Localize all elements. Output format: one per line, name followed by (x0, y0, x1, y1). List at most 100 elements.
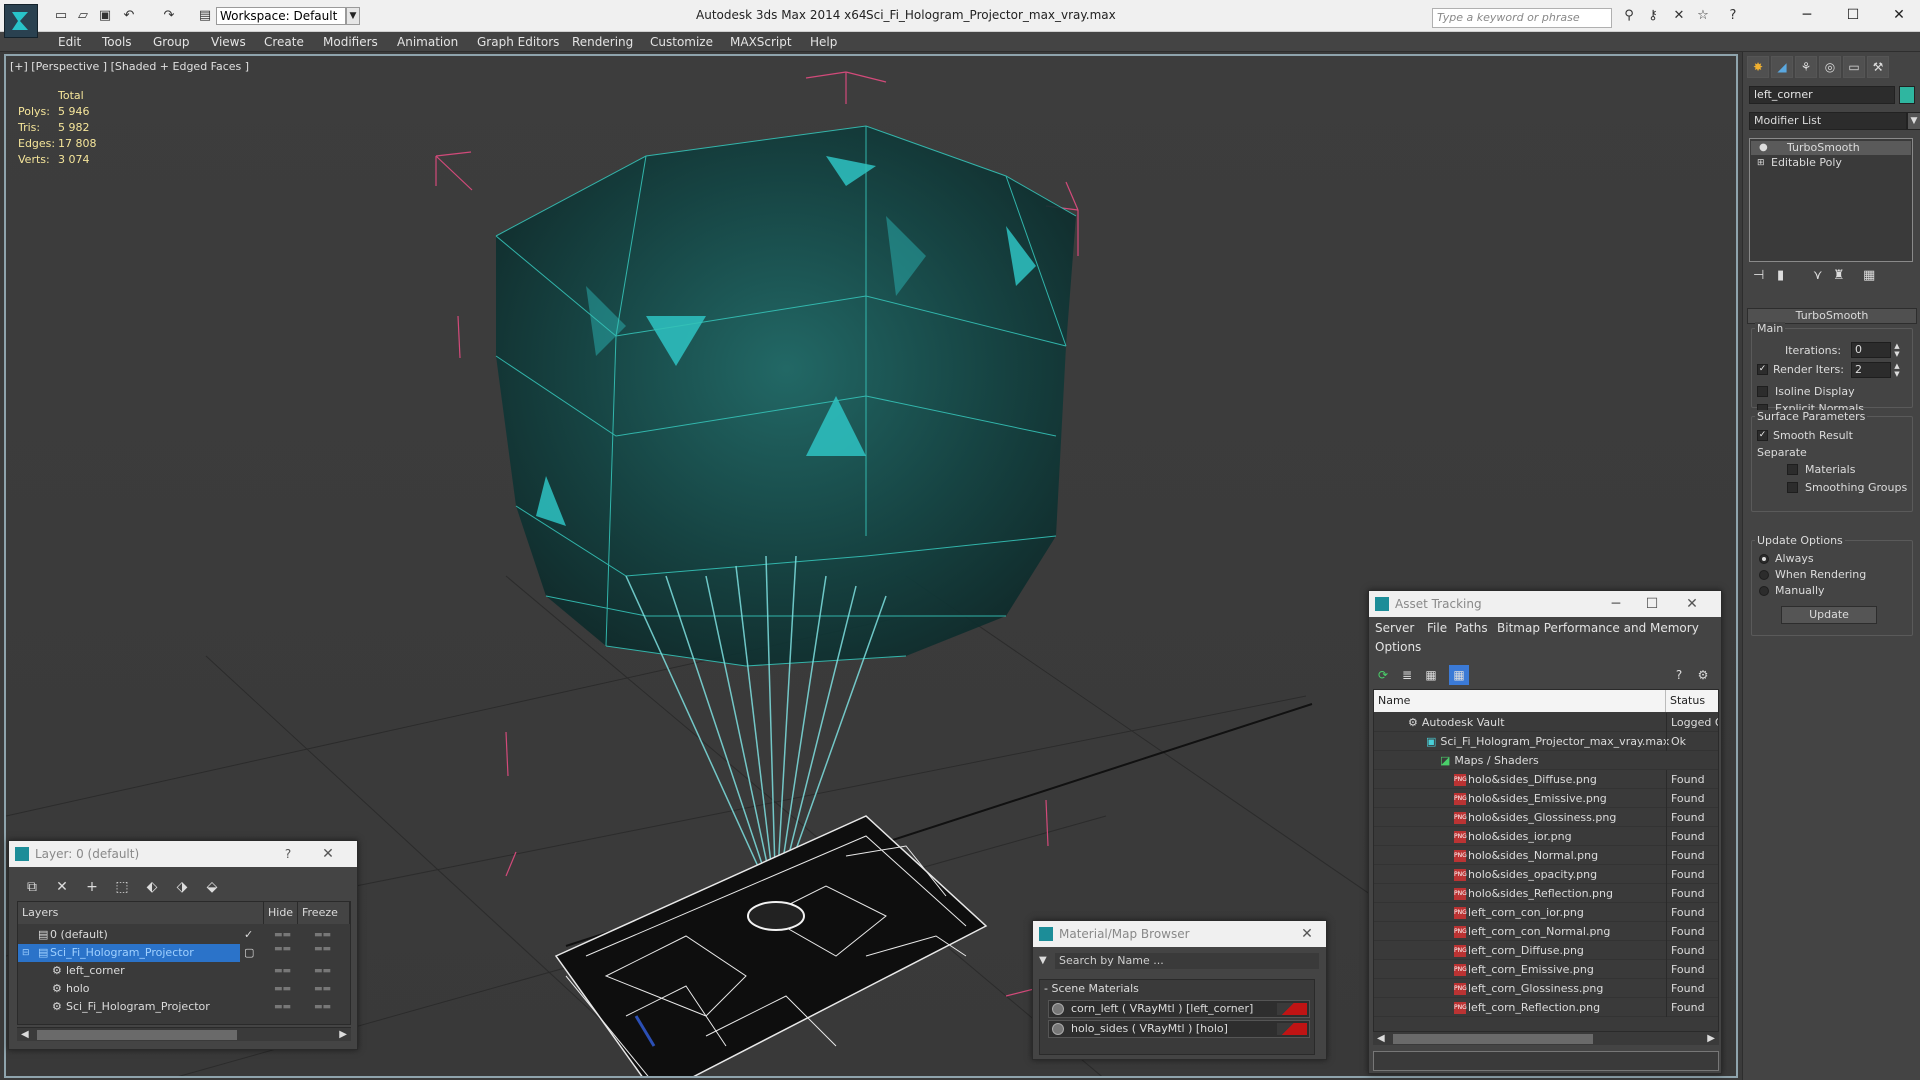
asset-row[interactable]: PNGleft_corn_Emissive.png Found (1374, 960, 1718, 979)
menu-file[interactable]: File (1427, 621, 1447, 635)
col-layers[interactable]: Layers (18, 902, 264, 924)
col-freeze[interactable]: Freeze (298, 902, 350, 924)
motion-tab-icon[interactable]: ◎ (1819, 56, 1841, 78)
redo-icon[interactable]: ↷ (160, 8, 178, 24)
smoothing-groups-checkbox[interactable] (1787, 482, 1798, 493)
asset-row[interactable]: PNGholo&sides_ior.png Found (1374, 827, 1718, 846)
menu-paths[interactable]: Paths (1455, 621, 1488, 635)
asset-row[interactable]: PNGholo&sides_Diffuse.png Found (1374, 770, 1718, 789)
active-layer-box-icon[interactable]: ▢ (244, 946, 254, 959)
search-input[interactable]: Type a keyword or phrase (1432, 8, 1612, 28)
render-iters-spinner[interactable]: 2 (1851, 362, 1891, 378)
list-view-icon[interactable]: ≣ (1397, 665, 1417, 685)
minimize-button[interactable]: ─ (1603, 591, 1629, 617)
asset-row[interactable]: ◪ Maps / Shaders (1374, 751, 1718, 770)
select-objects-icon[interactable]: ⬚ (111, 877, 133, 897)
hierarchy-tab-icon[interactable]: ⚘ (1795, 56, 1817, 78)
menu-options[interactable]: Options (1375, 640, 1421, 654)
update-button[interactable]: Update (1781, 606, 1877, 624)
asset-row[interactable]: PNGholo&sides_Glossiness.png Found (1374, 808, 1718, 827)
asset-row[interactable]: PNGholo&sides_Reflection.png Found (1374, 884, 1718, 903)
menu-bitmap-performance[interactable]: Bitmap Performance and Memory (1497, 621, 1699, 635)
configure-sets-icon[interactable]: ▦ (1863, 268, 1875, 283)
close-icon[interactable]: ✕ (1294, 921, 1320, 947)
material-browser-titlebar[interactable]: Material/Map Browser (1033, 921, 1326, 947)
scene-materials-header[interactable]: - Scene Materials (1044, 982, 1139, 995)
spinner-arrows-icon[interactable]: ▲ ▼ (1893, 362, 1901, 378)
col-hide[interactable]: Hide (264, 902, 298, 924)
app-logo-icon[interactable] (4, 4, 38, 38)
scroll-left-icon[interactable]: ◀ (21, 1028, 29, 1042)
new-layer-icon[interactable]: ⧉ (21, 877, 43, 897)
col-status[interactable]: Status (1666, 690, 1718, 712)
object-name-field[interactable]: left_corner (1749, 86, 1895, 104)
modifier-list-dropdown[interactable]: Modifier List (1749, 112, 1907, 130)
remove-modifier-icon[interactable]: ♜ (1833, 268, 1845, 283)
modify-tab-icon[interactable]: ◢ (1771, 56, 1793, 78)
asset-row[interactable]: PNGholo&sides_opacity.png Found (1374, 865, 1718, 884)
menu-help[interactable]: Help (810, 35, 837, 49)
chevron-down-icon[interactable]: ▼ (1907, 112, 1920, 130)
menu-customize[interactable]: Customize (650, 35, 713, 49)
close-icon[interactable]: ✕ (315, 841, 341, 867)
close-button[interactable]: ✕ (1884, 4, 1914, 26)
material-search-input[interactable]: Search by Name ... (1055, 953, 1319, 969)
menu-animation[interactable]: Animation (397, 35, 458, 49)
menu-views[interactable]: Views (211, 35, 246, 49)
always-radio[interactable] (1759, 554, 1769, 564)
display-tab-icon[interactable]: ▭ (1843, 56, 1865, 78)
spinner-arrows-icon[interactable]: ▲ ▼ (1893, 342, 1901, 358)
viewport-label[interactable]: [+] [Perspective ] [Shaded + Edged Faces… (10, 60, 249, 73)
layer-row[interactable]: ▤ 0 (default) ✓ ▬▬ ▬▬ (18, 926, 350, 944)
communication-center-icon[interactable]: ✕ (1670, 8, 1688, 24)
help-icon[interactable]: ? (275, 841, 301, 867)
layer-object-row[interactable]: ⚙ holo ▬▬ ▬▬ (18, 980, 350, 998)
asset-row[interactable]: PNGleft_corn_con_ior.png Found (1374, 903, 1718, 922)
asset-tracking-titlebar[interactable]: Asset Tracking (1369, 591, 1721, 617)
table-view-icon[interactable]: ▦ (1449, 665, 1469, 685)
subscription-icon[interactable]: ⚷ (1644, 8, 1662, 24)
isoline-checkbox[interactable] (1757, 386, 1768, 397)
make-unique-icon[interactable]: ⋎ (1813, 268, 1823, 283)
layer-object-row[interactable]: ⚙ Sci_Fi_Hologram_Projector ▬▬ ▬▬ (18, 998, 350, 1016)
options-arrow-icon[interactable]: ▼ (1039, 955, 1047, 966)
workspace-select[interactable]: Workspace: Default (216, 7, 346, 25)
binoculars-icon[interactable]: ⚲ (1620, 8, 1638, 24)
help-icon[interactable]: ? (1669, 665, 1689, 685)
materials-checkbox[interactable] (1787, 464, 1798, 475)
layer-object-row[interactable]: ⚙ left_corner ▬▬ ▬▬ (18, 962, 350, 980)
refresh-icon[interactable]: ⟳ (1373, 665, 1393, 685)
delete-layer-icon[interactable]: ✕ (51, 877, 73, 897)
undo-icon[interactable]: ↶ (120, 8, 138, 24)
asset-row[interactable]: ⚙Autodesk Vault Logged Ou (1374, 713, 1718, 732)
material-row[interactable]: holo_sides ( VRayMtl ) [holo] (1048, 1020, 1310, 1038)
utilities-tab-icon[interactable]: ⚒ (1867, 56, 1889, 78)
layer-window-titlebar[interactable]: Layer: 0 (default) (9, 841, 357, 867)
scroll-thumb[interactable] (37, 1030, 237, 1040)
close-icon[interactable]: ✕ (1679, 591, 1705, 617)
help-icon[interactable]: ? (1724, 8, 1742, 24)
asset-row[interactable]: PNGholo&sides_Normal.png Found (1374, 846, 1718, 865)
freeze-all-icon[interactable]: ⬙ (201, 877, 223, 897)
scroll-thumb[interactable] (1393, 1034, 1593, 1044)
menu-modifiers[interactable]: Modifiers (323, 35, 378, 49)
menu-graph-editors[interactable]: Graph Editors (477, 35, 559, 49)
new-file-icon[interactable]: ▭ (52, 8, 70, 24)
minimize-button[interactable]: ─ (1792, 4, 1822, 26)
asset-row[interactable]: ▣ Sci_Fi_Hologram_Projector_max_vray.max O… (1374, 732, 1718, 751)
collapse-icon[interactable]: ⊟ (22, 944, 30, 962)
object-color-swatch[interactable] (1899, 86, 1915, 104)
create-tab-icon[interactable]: ✸ (1747, 56, 1769, 78)
layer-row-selected[interactable]: ⊟ ▤ Sci_Fi_Hologram_Projector (18, 944, 240, 962)
maximize-button[interactable]: ☐ (1639, 591, 1665, 617)
project-folder-icon[interactable]: ▤ (196, 8, 214, 24)
asset-row[interactable]: PNGleft_corn_Reflection.png Found (1374, 998, 1718, 1017)
menu-maxscript[interactable]: MAXScript (730, 35, 792, 49)
horizontal-scrollbar[interactable]: ◀ ▶ (1373, 1031, 1719, 1045)
asset-row[interactable]: PNGleft_corn_Glossiness.png Found (1374, 979, 1718, 998)
render-iters-checkbox[interactable]: ✓ (1757, 364, 1768, 375)
scroll-right-icon[interactable]: ▶ (339, 1028, 347, 1042)
asset-row[interactable]: PNGleft_corn_Diffuse.png Found (1374, 941, 1718, 960)
stack-item-turbosmooth[interactable]: ● TurboSmooth (1751, 141, 1911, 155)
asset-row[interactable]: PNGleft_corn_con_Normal.png Found (1374, 922, 1718, 941)
